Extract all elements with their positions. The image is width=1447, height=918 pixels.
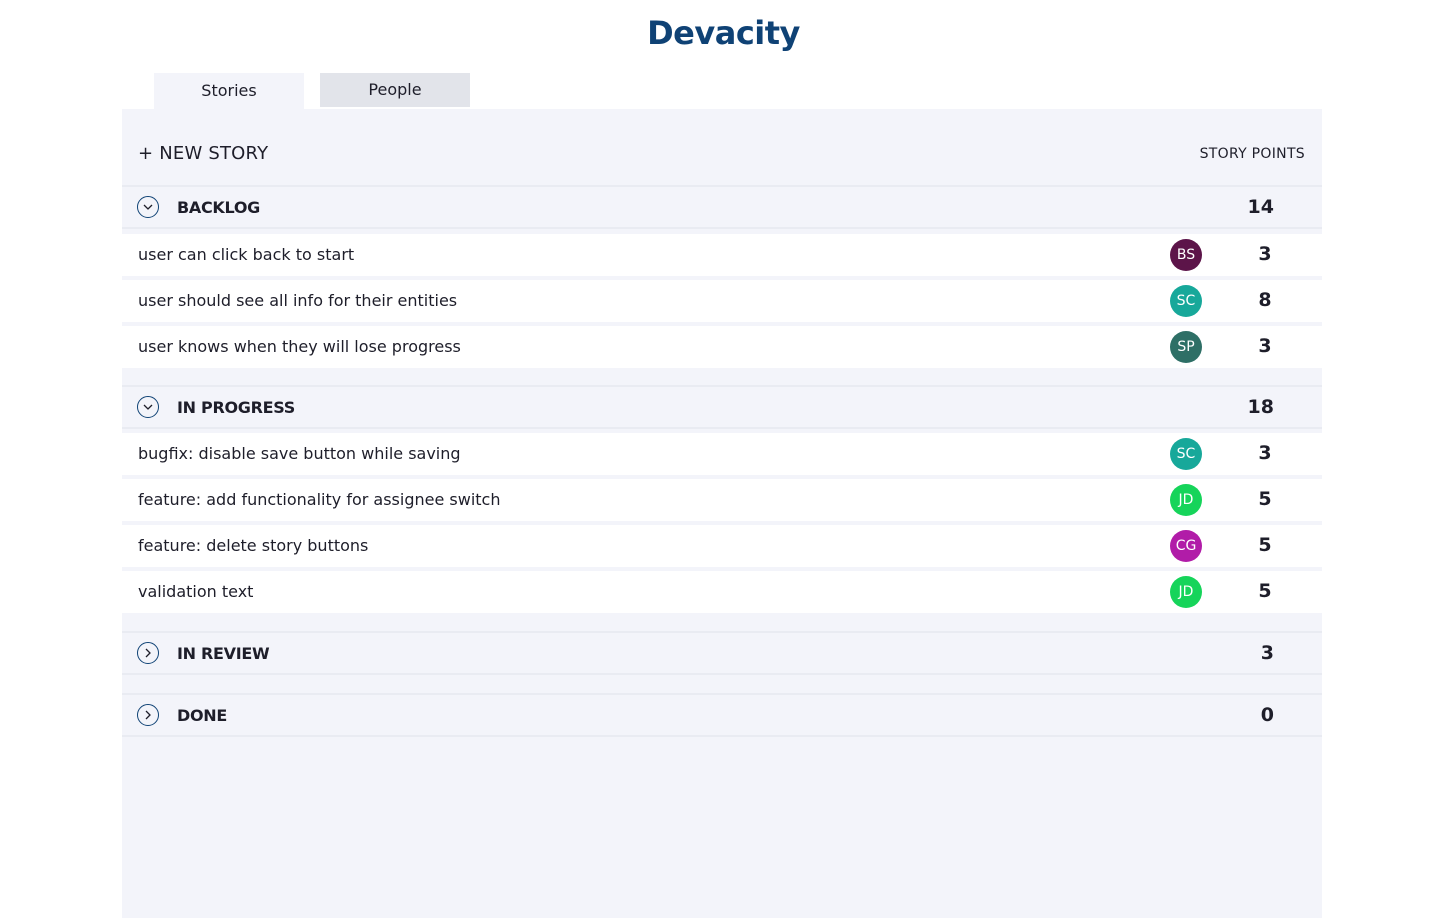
story-title: user should see all info for their entit… bbox=[138, 291, 458, 310]
story-row[interactable]: user should see all info for their entit… bbox=[122, 280, 1322, 322]
story-row[interactable]: feature: delete story buttons CG 5 bbox=[122, 525, 1322, 567]
story-title: feature: delete story buttons bbox=[138, 536, 369, 555]
story-row[interactable]: user can click back to start BS 3 bbox=[122, 234, 1322, 276]
story-points: 5 bbox=[1258, 580, 1272, 602]
section-header-in-progress[interactable]: IN PROGRESS 18 bbox=[122, 385, 1322, 429]
stories-panel: + NEW STORY STORY POINTS BACKLOG 14 user… bbox=[122, 109, 1322, 918]
section-header-in-review[interactable]: IN REVIEW 3 bbox=[122, 631, 1322, 675]
story-points: 3 bbox=[1258, 243, 1272, 265]
story-title: user knows when they will lose progress bbox=[138, 337, 461, 356]
avatar[interactable]: CG bbox=[1170, 530, 1202, 562]
section-total-points: 14 bbox=[1247, 196, 1274, 218]
avatar[interactable]: JD bbox=[1170, 576, 1202, 608]
story-points: 5 bbox=[1258, 488, 1272, 510]
story-row[interactable]: bugfix: disable save button while saving… bbox=[122, 433, 1322, 475]
story-row[interactable]: user knows when they will lose progress … bbox=[122, 326, 1322, 368]
app-title: Devacity bbox=[647, 14, 800, 52]
section-total-points: 18 bbox=[1247, 396, 1274, 418]
story-points: 8 bbox=[1258, 289, 1272, 311]
story-points: 3 bbox=[1258, 335, 1272, 357]
avatar[interactable]: SP bbox=[1170, 331, 1202, 363]
section-total-points: 3 bbox=[1260, 642, 1274, 664]
section-header-backlog[interactable]: BACKLOG 14 bbox=[122, 185, 1322, 229]
section-title: IN PROGRESS bbox=[177, 398, 295, 417]
new-story-button[interactable]: + NEW STORY bbox=[138, 143, 268, 164]
chevron-right-icon[interactable] bbox=[137, 704, 159, 726]
tab-people[interactable]: People bbox=[320, 73, 470, 107]
story-title: validation text bbox=[138, 582, 254, 601]
avatar[interactable]: BS bbox=[1170, 239, 1202, 271]
section-title: DONE bbox=[177, 706, 228, 725]
story-title: user can click back to start bbox=[138, 245, 355, 264]
tab-stories[interactable]: Stories bbox=[154, 73, 304, 109]
avatar[interactable]: SC bbox=[1170, 285, 1202, 317]
avatar[interactable]: JD bbox=[1170, 484, 1202, 516]
story-title: bugfix: disable save button while saving bbox=[138, 444, 461, 463]
stories-toolbar: + NEW STORY STORY POINTS bbox=[122, 135, 1322, 175]
story-points: 5 bbox=[1258, 534, 1272, 556]
story-points: 3 bbox=[1258, 442, 1272, 464]
chevron-down-icon[interactable] bbox=[137, 196, 159, 218]
section-title: IN REVIEW bbox=[177, 644, 270, 663]
avatar[interactable]: SC bbox=[1170, 438, 1202, 470]
story-title: feature: add functionality for assignee … bbox=[138, 490, 501, 509]
story-row[interactable]: validation text JD 5 bbox=[122, 571, 1322, 613]
chevron-right-icon[interactable] bbox=[137, 642, 159, 664]
section-title: BACKLOG bbox=[177, 198, 260, 217]
chevron-down-icon[interactable] bbox=[137, 396, 159, 418]
section-total-points: 0 bbox=[1260, 704, 1274, 726]
section-header-done[interactable]: DONE 0 bbox=[122, 693, 1322, 737]
story-points-header: STORY POINTS bbox=[1199, 146, 1305, 162]
story-row[interactable]: feature: add functionality for assignee … bbox=[122, 479, 1322, 521]
